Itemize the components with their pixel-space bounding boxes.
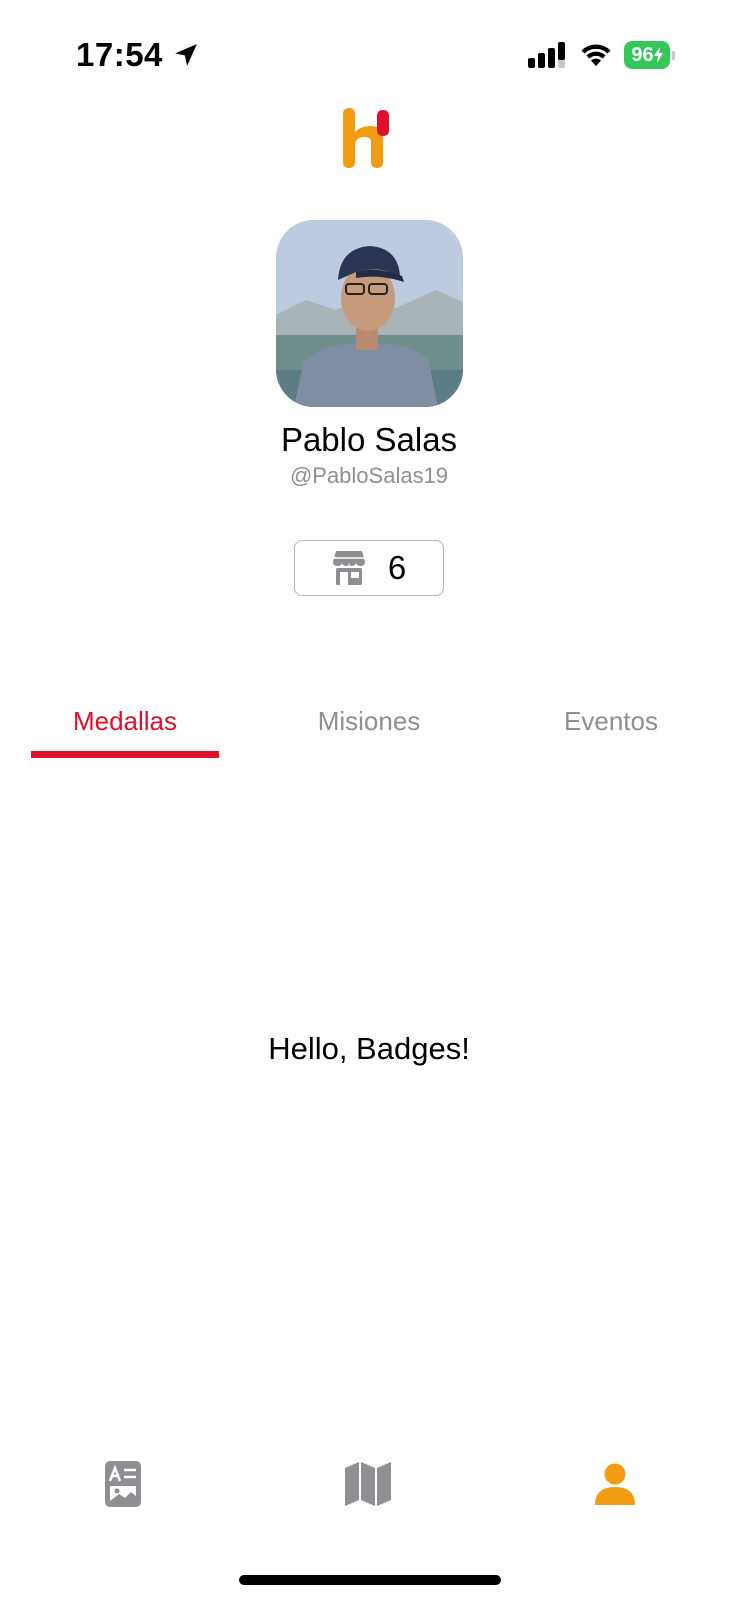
tab-bar-profile[interactable] xyxy=(585,1454,645,1514)
cellular-signal-icon xyxy=(528,42,565,68)
status-time: 17:54 xyxy=(76,36,199,74)
active-tab-indicator xyxy=(31,751,219,758)
person-icon xyxy=(595,1463,635,1505)
avatar-photo xyxy=(276,220,463,407)
battery-percent: 96 xyxy=(631,43,654,66)
profile-handle: @PabloSalas19 xyxy=(289,463,449,488)
tab-bar-map[interactable] xyxy=(338,1454,398,1514)
badges-content-text: Hello, Badges! xyxy=(268,1031,470,1066)
app-logo xyxy=(343,108,389,168)
tab-misiones[interactable]: Misiones xyxy=(272,706,466,737)
status-bar: 17:54 96 xyxy=(0,0,738,100)
profile-name: Pablo Salas xyxy=(280,421,458,458)
wifi-icon xyxy=(581,44,611,66)
status-time-label: 17:54 xyxy=(76,36,163,73)
home-indicator xyxy=(239,1575,501,1585)
store-icon xyxy=(332,551,365,585)
charging-bolt-icon xyxy=(653,47,663,63)
news-icon xyxy=(105,1461,141,1507)
tab-eventos[interactable]: Eventos xyxy=(514,706,708,737)
store-counter-button[interactable]: 6 xyxy=(294,540,444,596)
location-arrow-icon xyxy=(175,44,197,66)
tab-bar-news[interactable] xyxy=(93,1454,153,1514)
battery-indicator: 96 xyxy=(624,41,675,69)
tab-medallas[interactable]: Medallas xyxy=(31,706,219,737)
battery-nub xyxy=(672,51,675,60)
store-count: 6 xyxy=(387,549,407,586)
battery-level: 96 xyxy=(624,41,670,69)
profile-avatar[interactable] xyxy=(276,220,463,407)
map-icon xyxy=(345,1462,391,1506)
